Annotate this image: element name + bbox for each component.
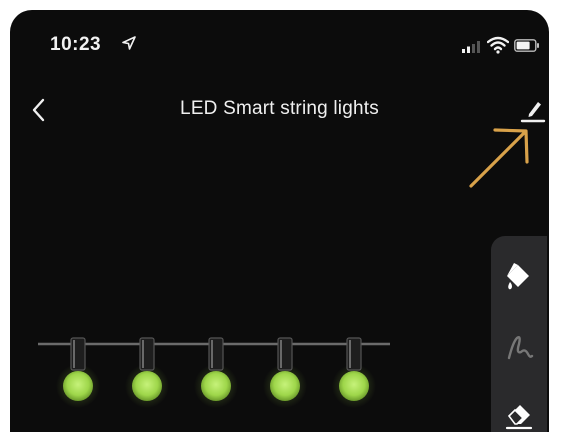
- light-bulb-icon[interactable]: [332, 337, 376, 408]
- status-time: 10:23: [50, 34, 102, 55]
- light-bulb-icon[interactable]: [125, 337, 169, 408]
- light-strand: [38, 337, 390, 408]
- app-screen: 10:23 LED Smart string lights: [10, 10, 549, 432]
- light-bulb-icon[interactable]: [194, 337, 238, 408]
- wifi-icon: [487, 36, 509, 54]
- paint-bucket-icon[interactable]: [503, 260, 535, 292]
- annotation-arrow-icon: [469, 128, 529, 188]
- cellular-signal-icon: [462, 41, 480, 53]
- status-bar: 10:23: [10, 10, 549, 68]
- light-bulb-icon[interactable]: [56, 337, 100, 408]
- drawing-tool-panel: [491, 236, 547, 432]
- eraser-icon[interactable]: [503, 398, 535, 430]
- location-arrow-icon: [122, 36, 136, 50]
- page-title: LED Smart string lights: [180, 98, 379, 119]
- light-bulb-icon[interactable]: [263, 337, 307, 408]
- battery-icon: [514, 39, 539, 52]
- pencil-edit-icon[interactable]: [520, 94, 546, 124]
- brush-stroke-icon[interactable]: [503, 332, 535, 364]
